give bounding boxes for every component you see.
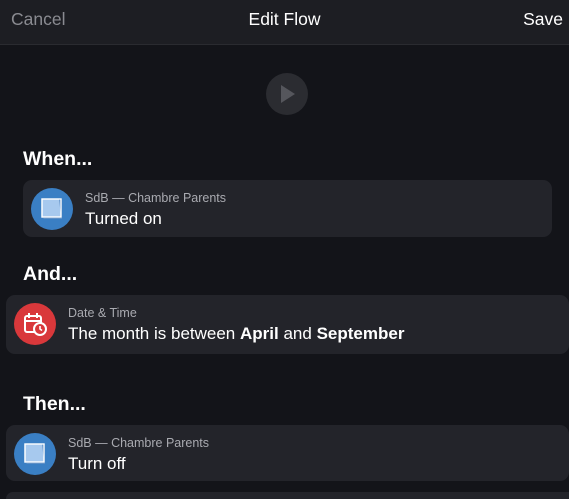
when-heading: When... [23,148,93,170]
play-button[interactable] [266,73,308,115]
trigger-label: Turned on [85,209,162,228]
next-card-edge [6,492,569,499]
condition-prefix: The month is between [68,324,236,343]
device-icon-badge [14,433,56,475]
condition-card[interactable]: Date & Time The month is between April a… [6,295,569,354]
window-blinds-icon [24,443,45,464]
action-card[interactable]: SdB — Chambre Parents Turn off [6,425,569,481]
condition-icon-badge [14,303,56,345]
then-heading: Then... [23,393,86,415]
and-heading: And... [23,263,78,285]
calendar-clock-icon [24,313,47,336]
condition-source: Date & Time [68,306,137,320]
trigger-card[interactable]: SdB — Chambre Parents Turned on [23,180,552,237]
play-icon [281,85,295,103]
edit-flow-screen: Cancel Edit Flow Save When... SdB — Cham… [0,0,569,499]
device-name: SdB — Chambre Parents [68,436,210,450]
page-title: Edit Flow [248,9,321,29]
device-name: SdB — Chambre Parents [85,191,227,205]
month-from: April [240,324,279,343]
month-to: September [316,324,405,343]
device-icon-badge [31,188,73,230]
window-blinds-icon [41,198,62,219]
condition-joiner: and [283,324,312,343]
save-button[interactable]: Save [523,9,563,30]
action-label: Turn off [68,454,126,473]
navigation-bar: Cancel Edit Flow Save [0,0,569,45]
condition-label: The month is between April and September [68,324,404,344]
